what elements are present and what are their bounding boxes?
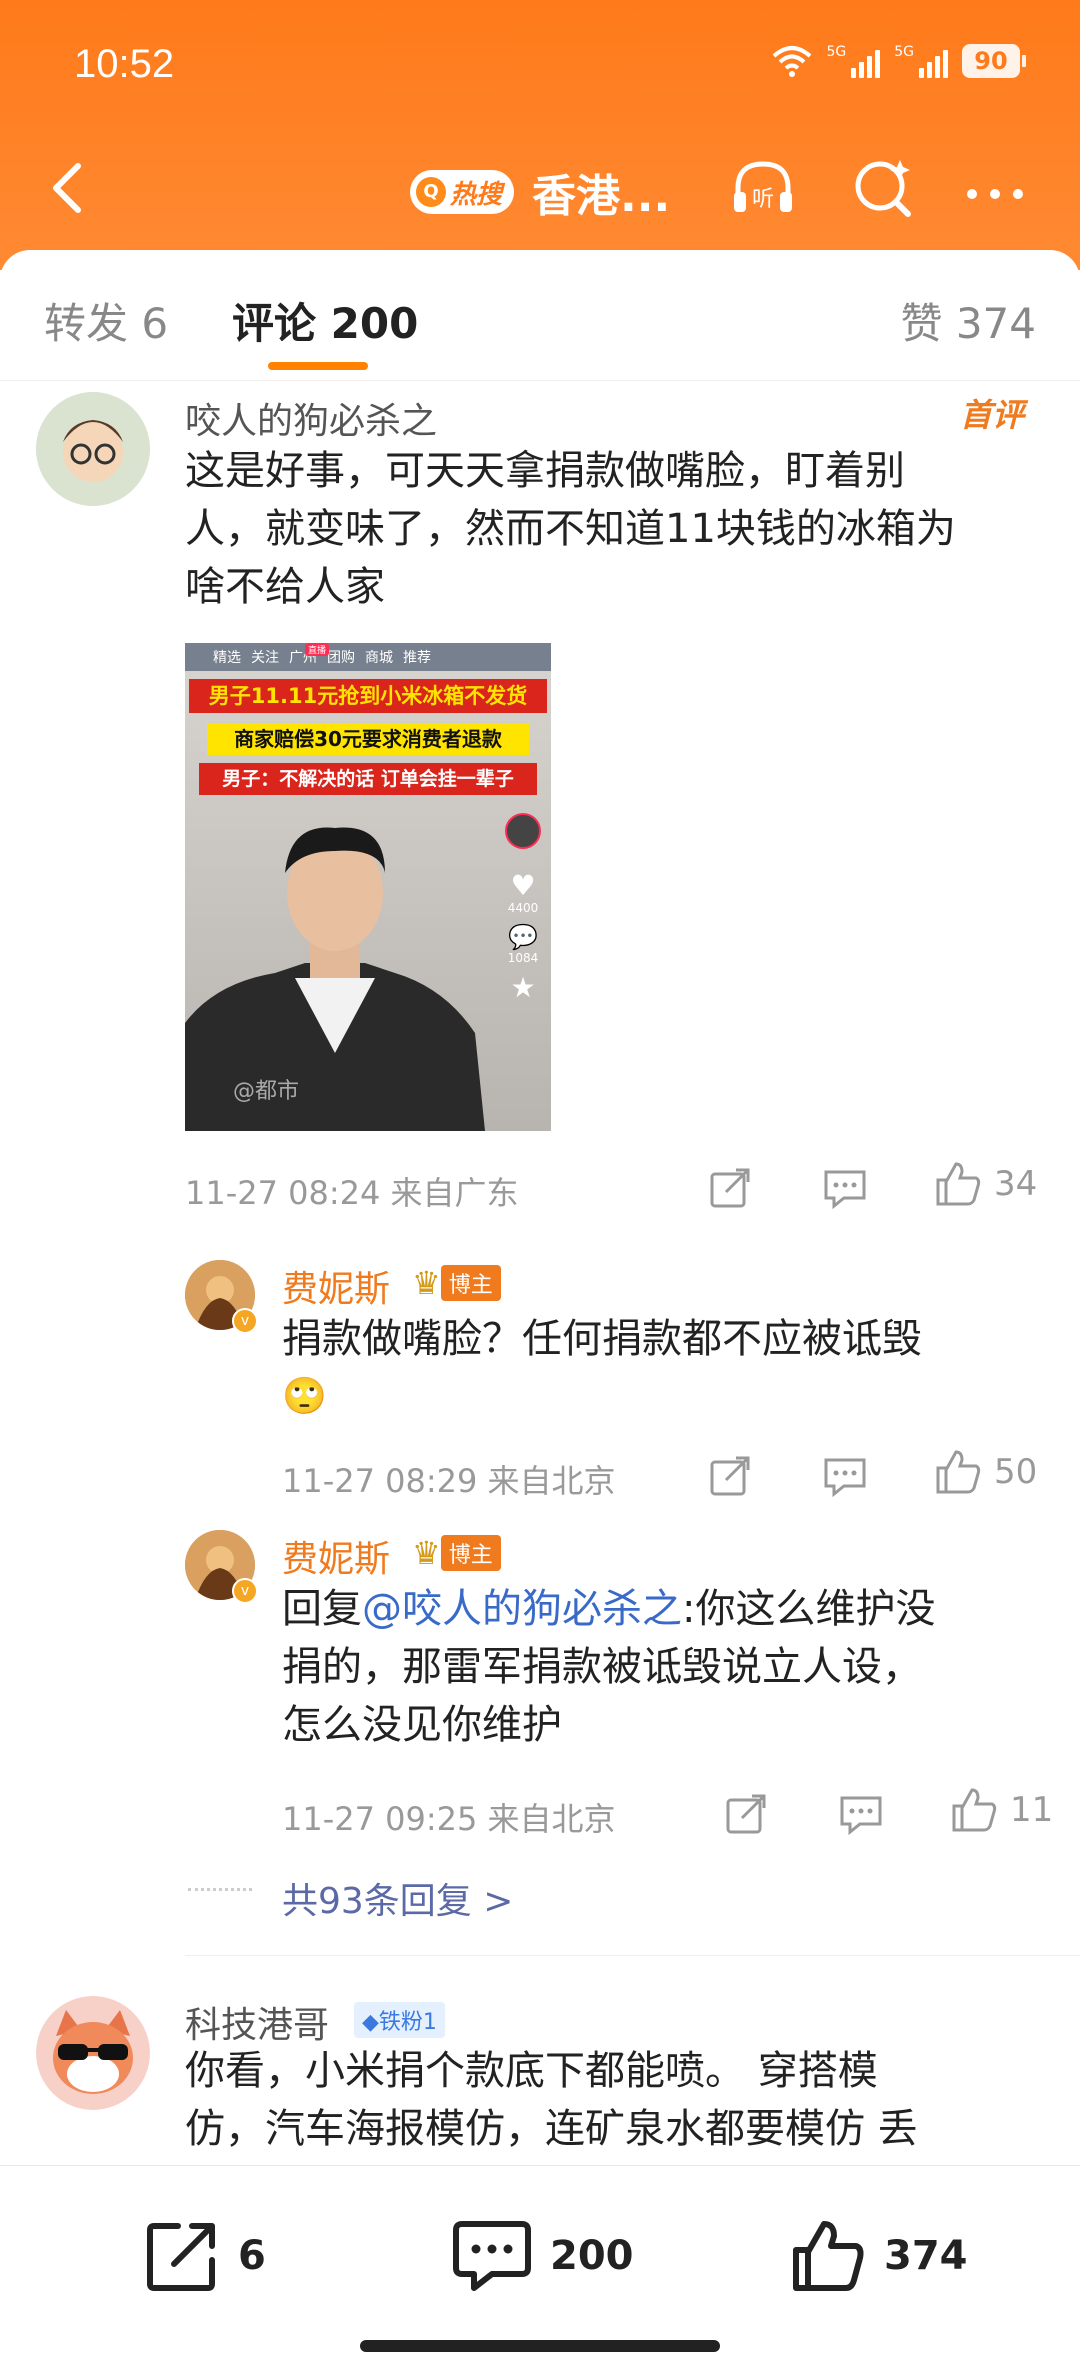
thumbs-up-icon	[952, 1788, 997, 1832]
back-arrow-icon[interactable]	[40, 158, 100, 218]
status-time: 10:52	[74, 42, 175, 86]
comment-username[interactable]: 科技港哥	[185, 1996, 329, 2048]
image-banner-1: 男子11.11元抢到小米冰箱不发货	[189, 679, 547, 713]
replies-dots	[188, 1888, 252, 1891]
like-button[interactable]: 34	[934, 1160, 1037, 1208]
verified-icon: v	[232, 1578, 258, 1604]
heart-icon: ♥	[510, 869, 536, 902]
share-icon[interactable]	[708, 1454, 752, 1498]
star-icon: ★	[510, 971, 536, 1004]
more-replies-link[interactable]: 共93条回复 >	[282, 1872, 513, 1924]
like-button[interactable]: 50	[934, 1448, 1037, 1496]
signal-icon-2: 5G	[894, 44, 948, 78]
reply-text: 回复@咬人的狗必杀之:你这么维护没 捐的，那雷军捐款被诋毁说立人设， 怎么没见你…	[282, 1586, 936, 1748]
crown-icon: ♛	[412, 1534, 441, 1572]
reply-text: 捐款做嘴脸？任何捐款都不应被诋毁 🙄	[282, 1310, 1042, 1426]
reply-meta: 11-27 09:25 来自北京	[282, 1800, 616, 1838]
eye-roll-emoji-icon: 🙄	[282, 1376, 327, 1417]
comment-image[interactable]: 精选 关注 广州 团购 商城 推荐 直播 男子11.11元抢到小米冰箱不发货 商…	[185, 643, 551, 1131]
image-live-tag: 直播	[305, 643, 330, 656]
blogger-badge: ♛ 博主	[412, 1534, 501, 1572]
status-bar: 10:52 5G 5G 90	[0, 30, 1080, 100]
tab-active-indicator	[268, 362, 368, 370]
reply-icon[interactable]	[822, 1454, 868, 1498]
comment-icon	[453, 2221, 531, 2291]
comment-meta: 11-27 08:24 来自广东	[185, 1174, 519, 1212]
tab-repost[interactable]: 转发 6	[44, 290, 168, 351]
hot-search-badge: Q 热搜	[410, 170, 515, 214]
image-top-nav: 精选 关注 广州 团购 商城 推荐	[185, 643, 551, 671]
reply-icon[interactable]	[838, 1792, 884, 1836]
image-watermark: @都市	[233, 1079, 300, 1104]
thumbs-up-icon	[936, 1450, 981, 1494]
like-button[interactable]: 374	[790, 2218, 968, 2294]
image-right-rail: ♥ 4400 💬 1084 ★	[505, 813, 541, 1004]
comment-text: 你看，小米捐个款底下都能喷。 穿搭模 仿，汽车海报模仿，连矿泉水都要模仿 丢	[185, 2048, 918, 2152]
thumbs-up-icon	[793, 2221, 864, 2291]
verified-icon: v	[232, 1308, 258, 1334]
avatar[interactable]	[36, 392, 150, 506]
reply-username[interactable]: 费妮斯	[282, 1260, 390, 1312]
reply-icon[interactable]	[822, 1166, 868, 1210]
reply-meta: 11-27 08:29 来自北京	[282, 1462, 616, 1500]
home-indicator[interactable]	[360, 2340, 720, 2352]
comment-bubble-icon: 💬	[508, 923, 538, 951]
repost-icon	[147, 2223, 215, 2291]
thumbs-up-icon	[936, 1162, 981, 1206]
signal-icon: 5G	[826, 44, 881, 78]
comment-button[interactable]: 200	[452, 2218, 634, 2294]
share-icon[interactable]	[708, 1166, 752, 1210]
search-sparkle-icon[interactable]	[848, 152, 918, 222]
header: 10:52 5G 5G 90 Q 热搜 香港... 听	[0, 0, 1080, 270]
wifi-icon	[773, 46, 812, 77]
tab-like[interactable]: 赞 374	[900, 290, 1036, 351]
reply-username[interactable]: 费妮斯	[282, 1530, 390, 1582]
more-icon[interactable]	[960, 152, 1030, 222]
mention-link[interactable]: @咬人的狗必杀之	[362, 1586, 682, 1632]
like-button[interactable]: 11	[950, 1786, 1053, 1834]
first-comment-tag: 首评	[959, 396, 1024, 434]
svg-text:听: 听	[752, 187, 774, 212]
hot-search-title[interactable]: Q 热搜 香港...	[410, 160, 670, 224]
status-icons: 5G 5G 90	[772, 44, 1026, 78]
tab-bar: 转发 6 评论 200 赞 374	[0, 250, 1080, 381]
blogger-badge: ♛ 博主	[412, 1264, 501, 1302]
tab-comment[interactable]: 评论 200	[232, 290, 418, 351]
avatar[interactable]	[36, 1996, 150, 2110]
repost-button[interactable]: 6	[144, 2218, 266, 2294]
comment-text: 这是好事，可天天拿捐款做嘴脸，盯着别 人，就变味了，然而不知道11块钱的冰箱为 …	[185, 448, 956, 610]
fan-badge: ◆铁粉1	[354, 2002, 445, 2038]
crown-icon: ♛	[412, 1264, 441, 1302]
live-avatar-icon	[505, 813, 541, 849]
battery-icon: 90	[962, 44, 1026, 78]
headphones-icon[interactable]: 听	[728, 152, 798, 222]
page-title: 香港...	[532, 171, 671, 222]
search-icon: Q	[416, 177, 446, 207]
diamond-icon: ◆	[362, 2010, 379, 2035]
image-person	[185, 827, 485, 1131]
image-banner-2: 商家赔偿30元要求消费者退款	[207, 723, 529, 755]
image-banner-3: 男子：不解决的话 订单会挂一辈子	[199, 763, 537, 795]
share-icon[interactable]	[724, 1792, 768, 1836]
navbar: Q 热搜 香港... 听	[0, 140, 1080, 230]
comment-username[interactable]: 咬人的狗必杀之	[185, 392, 437, 444]
comment-divider	[185, 1955, 1080, 1956]
